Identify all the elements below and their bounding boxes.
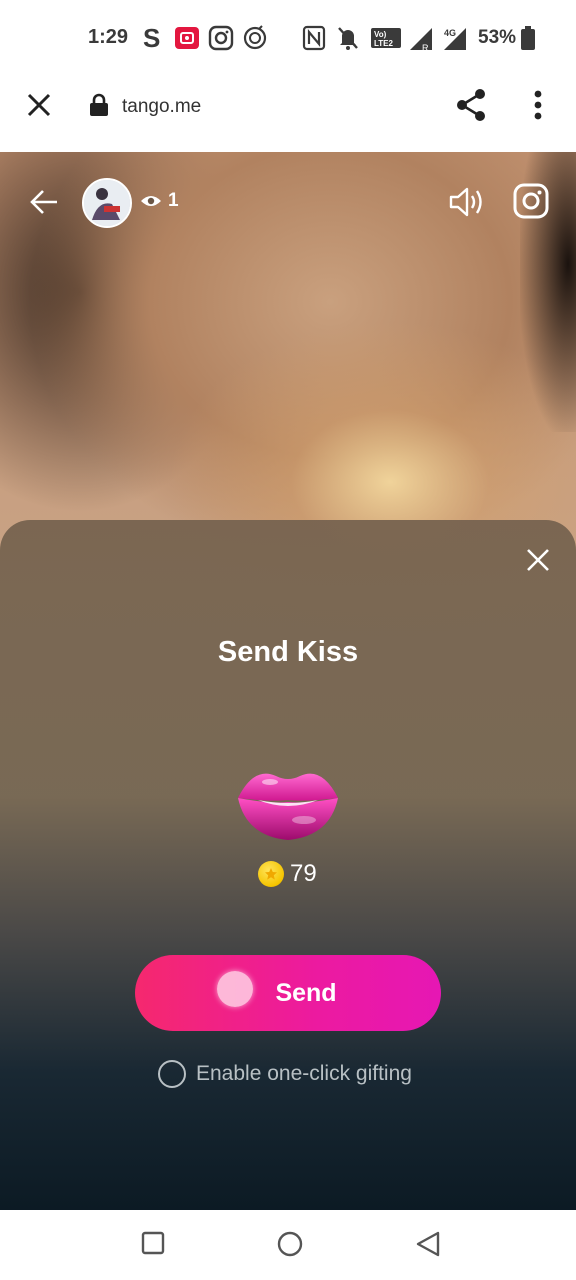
recents-square-icon[interactable] — [140, 1230, 166, 1256]
nfc-icon — [302, 24, 326, 52]
system-nav-bar — [0, 1210, 576, 1280]
svg-text:4G: 4G — [444, 28, 456, 38]
one-click-label: Enable one-click gifting — [196, 1062, 412, 1085]
one-click-checkbox[interactable] — [158, 1060, 186, 1088]
send-button-label: Send — [275, 978, 337, 1007]
gift-price: 79 — [258, 860, 317, 888]
viewer-count: 1 — [168, 190, 179, 211]
status-bar: 1:29 S Vo) LTE2 R 4G 53% — [0, 0, 576, 76]
share-icon[interactable] — [454, 88, 488, 122]
volume-icon[interactable] — [448, 184, 486, 220]
close-sheet-icon[interactable] — [522, 544, 554, 576]
clock: 1:29 — [88, 26, 129, 48]
svg-text:S: S — [143, 25, 160, 51]
battery-icon — [520, 24, 536, 52]
home-circle-icon[interactable] — [276, 1230, 304, 1258]
gift-sheet: Send Kiss 79 Send Enable one-click gifti… — [0, 520, 576, 1210]
one-click-gifting-option[interactable]: Enable one-click gifting — [158, 1060, 412, 1088]
coin-icon — [258, 861, 284, 887]
avatar[interactable] — [82, 178, 132, 228]
price-value: 79 — [290, 860, 317, 887]
instagram-share-icon[interactable] — [512, 182, 550, 220]
more-vert-icon[interactable] — [528, 88, 548, 122]
eye-icon — [140, 192, 162, 210]
lock-icon — [88, 92, 110, 118]
svg-text:Vo): Vo) — [374, 30, 387, 39]
sheet-title: Send Kiss — [217, 636, 359, 668]
touch-indicator — [217, 971, 253, 1007]
back-arrow-icon[interactable] — [28, 186, 60, 218]
music-icon — [242, 24, 268, 52]
send-button[interactable]: Send — [135, 955, 441, 1031]
battery-percent: 53% — [478, 27, 517, 48]
signal-icon: R 4G — [408, 24, 468, 52]
volte-icon: Vo) LTE2 — [370, 24, 402, 52]
mute-icon — [336, 24, 360, 52]
svg-text:R: R — [422, 43, 429, 52]
url-field[interactable]: tango.me — [122, 96, 201, 118]
s-app-icon: S — [142, 24, 164, 52]
lips-icon — [236, 764, 340, 849]
close-icon[interactable] — [24, 90, 54, 120]
youtube-studio-icon — [174, 24, 200, 52]
browser-toolbar: tango.me — [0, 76, 576, 153]
instagram-icon — [208, 24, 234, 52]
back-triangle-icon[interactable] — [414, 1230, 442, 1258]
svg-text:LTE2: LTE2 — [374, 39, 394, 48]
